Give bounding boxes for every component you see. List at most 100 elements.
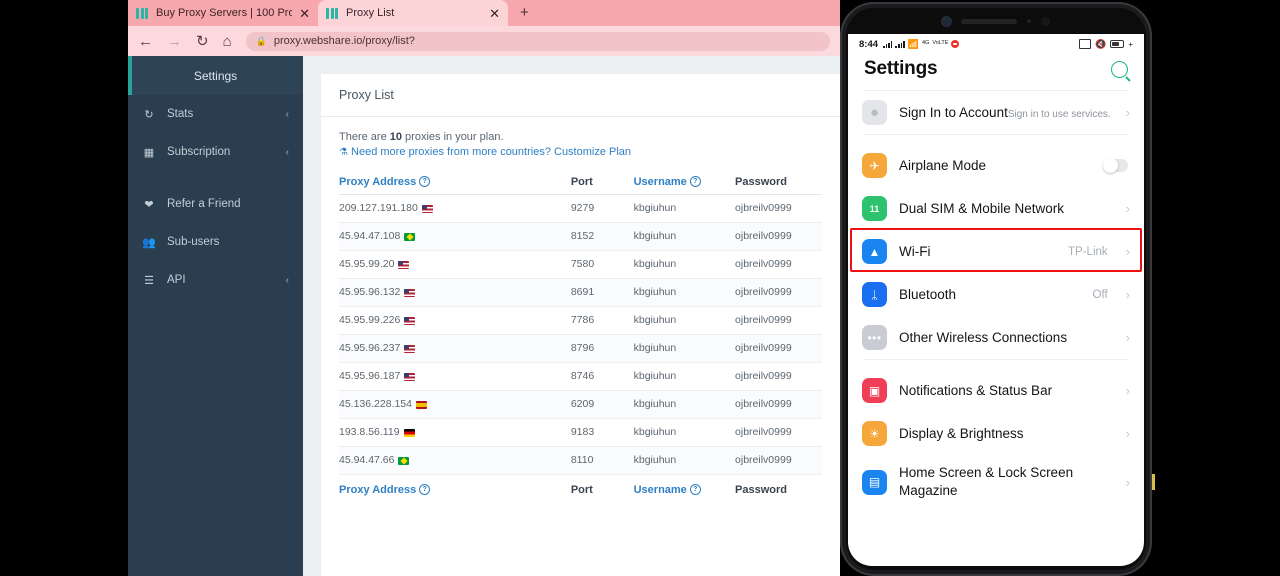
- cell-port: 6209: [570, 390, 634, 419]
- reload-icon[interactable]: ↻: [196, 34, 209, 49]
- column-proxy-address[interactable]: Proxy Address?: [339, 169, 571, 195]
- column-username[interactable]: Username?: [633, 473, 736, 502]
- table-row: 45.95.96.132 8691 kbgiuhun ojbreilv0999: [339, 278, 822, 307]
- settings-row-text: Other Wireless Connections: [899, 329, 1114, 347]
- column-label: Proxy Address: [339, 175, 417, 188]
- settings-title: Settings: [864, 58, 938, 79]
- settings-row-text: Wi-Fi: [899, 243, 1056, 261]
- cell-proxy-address: 45.95.96.132: [339, 278, 571, 307]
- table-row: 45.95.96.237 8796 kbgiuhun ojbreilv0999: [339, 334, 822, 363]
- settings-header: Settings: [848, 54, 1144, 90]
- browser-tab-inactive[interactable]: Buy Proxy Servers | 100 Proxies | ✕: [128, 0, 318, 26]
- back-icon[interactable]: ←: [138, 34, 153, 49]
- sidebar-item-refer-a-friend[interactable]: ❤ Refer a Friend: [128, 185, 303, 223]
- settings-row-account-avatar[interactable]: ● Sign In to AccountSign in to use servic…: [848, 91, 1144, 134]
- address-bar[interactable]: 🔒 proxy.webshare.io/proxy/list?: [245, 31, 830, 51]
- search-icon[interactable]: [1111, 60, 1128, 78]
- new-tab-button[interactable]: +: [520, 4, 529, 21]
- proxy-table: Proxy Address? Port Username? Password 2…: [339, 169, 822, 502]
- column-username[interactable]: Username?: [633, 169, 736, 195]
- settings-row-home-screen[interactable]: ▤ Home Screen & Lock Screen Magazine ›: [848, 455, 1144, 509]
- ambient-light-sensor-icon: [1041, 16, 1050, 26]
- password-value: ojbreilv0999: [735, 342, 792, 355]
- tab-close-icon[interactable]: ✕: [489, 7, 500, 20]
- plan-prefix: There are: [339, 131, 390, 143]
- chevron-right-icon: ›: [1125, 330, 1130, 345]
- proxy-address-value: 45.94.47.66: [339, 454, 395, 467]
- settings-row-display[interactable]: ☀ Display & Brightness ›: [848, 412, 1144, 455]
- help-icon[interactable]: ?: [419, 176, 431, 188]
- page-viewport: Settings ↻ Stats ‹ ▦ Subscription ‹ ❤ Re…: [128, 56, 840, 576]
- country-flag-icon: [416, 400, 427, 409]
- column-proxy-address[interactable]: Proxy Address?: [339, 473, 571, 502]
- toggle-switch[interactable]: [1103, 158, 1128, 173]
- browser-tabstrip: Buy Proxy Servers | 100 Proxies | ✕ Prox…: [128, 0, 840, 26]
- browser-tab-active[interactable]: Proxy List ✕: [318, 0, 508, 26]
- plan-summary: There are 10 proxies in your plan.: [339, 131, 822, 143]
- cell-port: 7580: [570, 250, 634, 279]
- chevron-left-icon: ‹: [285, 108, 289, 120]
- list-icon: ☰: [144, 274, 154, 287]
- settings-row-label: Home Screen & Lock Screen Magazine: [899, 465, 1074, 498]
- account-avatar-icon: ●: [862, 100, 887, 125]
- table-row: 45.95.99.20 7580 kbgiuhun ojbreilv0999: [339, 250, 822, 279]
- table-header-row: Proxy Address? Port Username? Password: [339, 169, 822, 195]
- settings-row-bluetooth[interactable]: ᛦ Bluetooth Off ›: [848, 273, 1144, 316]
- settings-row-wifi[interactable]: ▲ Wi-Fi TP-Link ›: [848, 230, 1144, 273]
- letterbox-stage: Buy Proxy Servers | 100 Proxies | ✕ Prox…: [0, 0, 1280, 576]
- sidebar-item-settings[interactable]: Settings: [128, 56, 303, 95]
- chevron-right-icon: ›: [1125, 244, 1130, 259]
- proxy-address-value: 45.95.96.132: [339, 286, 401, 299]
- sidebar-item-label: Sub-users: [167, 236, 220, 248]
- cell-port: 7786: [570, 306, 634, 335]
- tab-close-icon[interactable]: ✕: [299, 7, 310, 20]
- port-value: 8110: [570, 454, 594, 467]
- column-password: Password: [735, 169, 822, 195]
- settings-row-airplane[interactable]: ✈ Airplane Mode: [848, 144, 1144, 187]
- tab-title: Proxy List: [346, 7, 395, 19]
- history-icon: ↻: [144, 108, 154, 121]
- cell-password: ojbreilv0999: [735, 278, 822, 307]
- forward-icon[interactable]: →: [167, 34, 182, 49]
- cell-username: kbgiuhun: [633, 390, 736, 419]
- settings-row-more-dots[interactable]: ••• Other Wireless Connections ›: [848, 316, 1144, 359]
- wifi-icon: 📶: [907, 38, 919, 49]
- table-footer-row: Proxy Address? Port Username? Password: [339, 473, 822, 502]
- webshare-favicon-icon: [136, 7, 149, 19]
- country-flag-icon: [404, 232, 416, 241]
- sim-card-icon: 11: [862, 196, 887, 221]
- main-content: Proxy List There are 10 proxies in your …: [303, 56, 840, 576]
- plan-count: 10: [389, 131, 402, 143]
- username-value: kbgiuhun: [633, 230, 677, 243]
- settings-row-sim-card[interactable]: 11 Dual SIM & Mobile Network ›: [848, 187, 1144, 230]
- sidebar-item-stats[interactable]: ↻ Stats ‹: [128, 95, 303, 133]
- status-right-icons: 🔇 +: [1079, 39, 1133, 50]
- sidebar-item-api[interactable]: ☰ API ‹: [128, 261, 303, 299]
- home-icon[interactable]: ⌂: [223, 34, 232, 49]
- help-icon[interactable]: ?: [689, 176, 701, 188]
- password-value: ojbreilv0999: [735, 202, 792, 215]
- username-value: kbgiuhun: [633, 370, 677, 383]
- browser-toolbar: ← → ↻ ⌂ 🔒 proxy.webshare.io/proxy/list?: [128, 26, 840, 56]
- cell-password: ojbreilv0999: [735, 222, 822, 251]
- help-icon[interactable]: ?: [419, 484, 431, 496]
- customize-plan-link[interactable]: ⚗ Need more proxies from more countries?…: [339, 145, 669, 160]
- cell-password: ojbreilv0999: [735, 418, 822, 447]
- webshare-favicon-icon: [326, 7, 339, 19]
- wifi-icon: ▲: [862, 239, 887, 264]
- table-row: 45.95.99.226 7786 kbgiuhun ojbreilv0999: [339, 306, 822, 335]
- help-icon[interactable]: ?: [689, 484, 701, 496]
- settings-row-label: Display & Brightness: [899, 425, 1024, 441]
- more-dots-icon: •••: [862, 325, 887, 350]
- proximity-sensor-icon: [1027, 19, 1031, 23]
- group-spacer: [848, 135, 1144, 144]
- sidebar-item-subscription[interactable]: ▦ Subscription ‹: [128, 133, 303, 171]
- cell-username: kbgiuhun: [633, 194, 736, 223]
- column-label: Port: [570, 483, 593, 496]
- password-value: ojbreilv0999: [735, 230, 792, 243]
- settings-row-notifications[interactable]: ▣ Notifications & Status Bar ›: [848, 369, 1144, 412]
- sidebar-item-sub-users[interactable]: 👥 Sub-users: [128, 223, 303, 261]
- password-value: ojbreilv0999: [735, 258, 792, 271]
- port-value: 8152: [570, 230, 595, 243]
